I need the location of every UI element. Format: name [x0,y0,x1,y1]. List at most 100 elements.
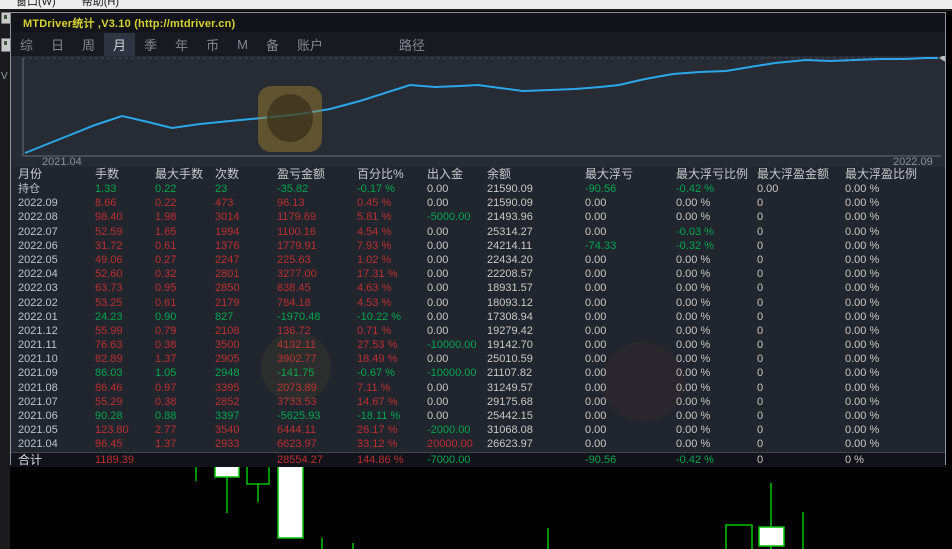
table-cell: -0.17 % [357,183,395,195]
table-cell: 14.67 % [357,395,398,408]
toolbar-item-周[interactable]: 周 [73,33,104,56]
toolbar-path-button[interactable]: 路径 [390,33,434,56]
table-cell: -0.42 % [676,183,714,195]
table-cell: 4.53 % [357,296,392,309]
table-cell: 25010.59 [487,353,533,366]
table-row: 2021.12 55.99 0.79 2108 136.72 0.71 % 0.00 1927… [11,324,945,338]
toolbar-item-M[interactable]: M [228,35,257,54]
table-cell: 8.66 [95,197,117,210]
table-cell: 2948 [215,367,240,380]
table-row: 2022.01 24.23 0.90 827 -1970.48 -10.22 % 0.00 1… [11,310,945,324]
menu-item[interactable]: 窗口(W) [16,0,56,9]
row-label: 2021.06 [18,410,58,422]
table-cell: 827 [215,310,234,323]
toolbar-item-账户[interactable]: 账户 [288,33,332,56]
table-cell: -0.67 % [357,367,395,380]
table-cell: 7.93 % [357,239,392,252]
table-cell: 52.59 [95,225,123,238]
toolbar-item-日[interactable]: 日 [42,33,73,56]
toolbar-item-综[interactable]: 综 [11,33,42,56]
row-label: 2021.05 [18,424,58,437]
table-cell: 0.00 [585,339,607,352]
table-row: 2022.02 53.25 0.61 2179 784.18 4.53 % 0.00 1809… [11,296,945,310]
table-cell: 0.00 [427,239,449,252]
toolbar-item-备[interactable]: 备 [257,33,288,56]
table-cell: 0.00 % [845,197,880,210]
equity-curve-chart: 2021.04 2022.09 [11,56,945,168]
table-cell: 31068.08 [487,424,533,437]
table-cell: -10000.00 [427,367,477,380]
table-cell: 53.25 [95,296,123,309]
table-cell: 0.00 [427,268,449,281]
table-cell: 33.12 % [357,438,398,451]
table-cell: 0.00 % [676,395,711,408]
table-cell [155,453,215,467]
table-cell: -1970.48 [277,310,321,323]
mtdriver-stats-window: MTDriver统计 ,V3.10 (http://mtdriver.cn) 综… [10,12,946,467]
table-row: 2022.08 98.40 1.98 3014 1179.69 5.81 % -5000.0… [11,210,945,224]
table-cell: 1100.16 [277,225,316,238]
table-cell: 0.00 % [845,253,880,266]
table-cell: 22434.20 [487,253,533,266]
table-cell: 18931.57 [487,282,533,295]
table-cell: 136.72 [277,324,311,337]
table-cell: 7.11 % [357,381,391,394]
table-cell: 2179 [215,296,240,309]
table-cell: 18.49 % [357,353,398,366]
table-row: 2022.07 52.59 1.65 1994 1100.16 4.54 % 0.00 253… [11,225,945,239]
table-cell: 0.00 [427,225,449,238]
table-cell: 6444.11 [277,424,316,437]
table-cell: -90.56 [585,183,617,195]
table-cell: 0 [757,282,764,295]
table-cell: 55.99 [95,324,123,337]
table-cell: -0.03 % [676,225,714,238]
toolbar-item-月[interactable]: 月 [104,32,136,56]
toolbar-item-季[interactable]: 季 [135,33,166,56]
table-header-cell: 最大浮盈比例 [845,167,918,181]
toolbar-item-年[interactable]: 年 [166,33,197,56]
table-cell: -2000.00 [427,424,471,437]
table-cell: 0.00 [427,282,449,295]
table-cell: 22208.57 [487,268,533,281]
table-cell: 0 [757,339,764,352]
table-cell: 0.00 % [676,339,711,352]
table-cell: 25314.27 [487,225,533,238]
table-cell: 52.60 [95,268,123,281]
table-cell: 0.00 [585,197,607,210]
table-cell: 0.00 [757,183,779,195]
candle-body [277,463,304,539]
table-header-cell: 手数 [95,167,120,181]
toolbar-item-币[interactable]: 币 [197,33,228,56]
table-cell: 63.73 [95,282,123,295]
table-row: 2022.06 31.72 0.61 1376 1779.91 7.93 % 0.00 242… [11,239,945,253]
table-cell: 0.00 % [845,268,880,281]
table-cell: 2801 [215,268,240,281]
table-cell: 0.00 [427,410,449,422]
row-label: 2021.04 [18,438,58,451]
table-cell: 0 [757,310,764,323]
table-cell: 24.23 [95,310,123,323]
table-cell: 0.00 % [676,197,711,210]
table-cell: 0.00 % [676,253,711,266]
table-cell: 0.27 [155,253,177,266]
row-label: 2022.09 [18,197,58,210]
table-cell: 1.37 [155,438,177,451]
table-cell: 0.00 % [676,353,711,366]
table-cell: 96.45 [95,438,123,451]
watermark-logo [258,86,322,152]
table-cell: 0.00 [585,438,607,451]
table-cell: 96.13 [277,197,305,210]
table-cell: -5000.00 [427,211,471,224]
table-cell: 1189.39 [95,453,134,466]
table-cell: 1.05 [155,367,177,380]
table-header-cell: 百分比% [357,167,404,181]
table-cell: 0.61 [155,296,177,309]
table-cell: 0.00 % [676,296,711,309]
row-label: 2022.03 [18,282,58,295]
table-cell: 1.37 [155,353,177,366]
table-cell: -5625.93 [277,410,321,422]
screen: 窗口(W) 帮助(H) V MTDriver统计 ,V3.10 (http://m… [0,0,952,549]
menu-item[interactable]: 帮助(H) [82,0,119,9]
table-row: 2022.03 63.73 0.95 2850 838.45 4.63 % 0.00 1893… [11,281,945,295]
window-titlebar[interactable]: MTDriver统计 ,V3.10 (http://mtdriver.cn) [11,13,945,32]
